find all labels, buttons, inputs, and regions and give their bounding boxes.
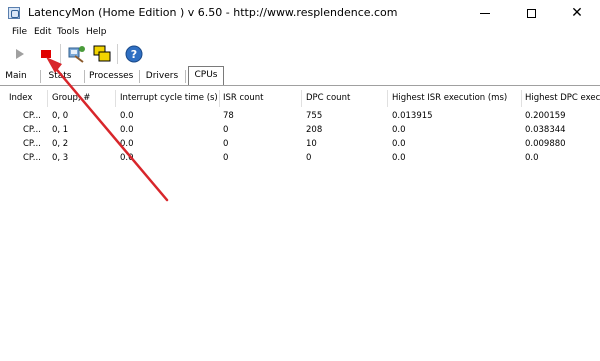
stop-button[interactable] — [36, 44, 56, 64]
windows-button[interactable] — [92, 44, 112, 64]
toolbar: ? — [0, 41, 600, 66]
cell-highest-isr: 0.0 — [392, 139, 406, 149]
play-icon — [16, 49, 24, 59]
maximize-icon — [526, 8, 536, 18]
cell-highest-dpc: 0.009880 — [525, 139, 566, 149]
cell-group: 0, 2 — [52, 139, 69, 149]
column-header-group[interactable]: Group, # — [52, 88, 114, 108]
column-divider[interactable] — [387, 90, 388, 107]
cell-index: CP... — [23, 111, 41, 121]
column-header-highest-dpc[interactable]: Highest DPC exec — [525, 88, 600, 108]
tools-button[interactable] — [66, 44, 86, 64]
windows-icon — [93, 45, 111, 62]
tab-separator — [185, 70, 186, 83]
cell-interrupt-cycle: 0.0 — [120, 125, 134, 135]
tab-processes[interactable]: Processes — [89, 68, 133, 84]
column-divider[interactable] — [47, 90, 48, 107]
tab-bar: Main Stats Processes Drivers CPUs — [0, 66, 600, 85]
column-header-index[interactable]: Index — [9, 88, 45, 108]
help-icon: ? — [125, 45, 143, 63]
cell-isr-count: 78 — [223, 111, 234, 121]
column-divider[interactable] — [301, 90, 302, 107]
tools-icon — [68, 46, 85, 63]
cell-highest-isr: 0.013915 — [392, 111, 433, 121]
stop-icon — [41, 50, 51, 58]
cell-index: CP... — [23, 139, 41, 149]
cell-interrupt-cycle: 0.0 — [120, 153, 134, 163]
cpu-table[interactable]: Index Group, # Interrupt cycle time (s) … — [3, 88, 600, 361]
help-button[interactable]: ? — [124, 44, 144, 64]
column-header-dpc-count[interactable]: DPC count — [306, 88, 386, 108]
close-icon: ✕ — [571, 5, 583, 21]
cell-group: 0, 1 — [52, 125, 69, 135]
cell-highest-isr: 0.0 — [392, 153, 406, 163]
cell-interrupt-cycle: 0.0 — [120, 139, 134, 149]
tab-separator — [40, 70, 41, 83]
column-divider[interactable] — [115, 90, 116, 107]
column-header-interrupt-cycle-time[interactable]: Interrupt cycle time (s) — [120, 88, 218, 108]
cell-highest-dpc: 0.038344 — [525, 125, 566, 135]
svg-text:?: ? — [131, 48, 137, 61]
tab-separator — [84, 70, 85, 83]
cell-isr-count: 0 — [223, 153, 229, 163]
tab-stats[interactable]: Stats — [44, 68, 76, 84]
app-icon — [8, 7, 20, 19]
start-button[interactable] — [10, 44, 30, 64]
column-divider[interactable] — [521, 90, 522, 107]
title-bar[interactable]: LatencyMon (Home Edition ) v 6.50 - http… — [0, 0, 600, 26]
cell-dpc-count: 755 — [306, 111, 323, 121]
minimize-button[interactable] — [462, 0, 508, 26]
cell-index: CP... — [23, 125, 41, 135]
cell-interrupt-cycle: 0.0 — [120, 111, 134, 121]
menu-bar: File Edit Tools Help — [0, 26, 600, 41]
cell-index: CP... — [23, 153, 41, 163]
tab-separator — [139, 70, 140, 83]
menu-edit[interactable]: Edit — [34, 27, 51, 37]
menu-file[interactable]: File — [12, 27, 27, 37]
toolbar-separator — [117, 44, 118, 64]
close-button[interactable]: ✕ — [554, 0, 600, 26]
menu-tools[interactable]: Tools — [57, 27, 79, 37]
cell-group: 0, 0 — [52, 111, 69, 121]
cell-dpc-count: 10 — [306, 139, 317, 149]
cell-highest-dpc: 0.0 — [525, 153, 539, 163]
tab-cpus[interactable]: CPUs — [188, 66, 224, 85]
cell-dpc-count: 0 — [306, 153, 312, 163]
cell-dpc-count: 208 — [306, 125, 323, 135]
tab-drivers[interactable]: Drivers — [145, 68, 179, 84]
cell-isr-count: 0 — [223, 139, 229, 149]
maximize-button[interactable] — [508, 0, 554, 26]
cell-group: 0, 3 — [52, 153, 69, 163]
column-header-highest-isr[interactable]: Highest ISR execution (ms) — [392, 88, 520, 108]
toolbar-separator — [60, 44, 61, 64]
tab-main[interactable]: Main — [3, 68, 29, 84]
cell-highest-isr: 0.0 — [392, 125, 406, 135]
cell-highest-dpc: 0.200159 — [525, 111, 566, 121]
menu-help[interactable]: Help — [86, 27, 107, 37]
cell-isr-count: 0 — [223, 125, 229, 135]
column-divider[interactable] — [219, 90, 220, 107]
window-title: LatencyMon (Home Edition ) v 6.50 - http… — [28, 6, 398, 19]
minimize-icon — [480, 12, 490, 14]
column-header-isr-count[interactable]: ISR count — [223, 88, 301, 108]
